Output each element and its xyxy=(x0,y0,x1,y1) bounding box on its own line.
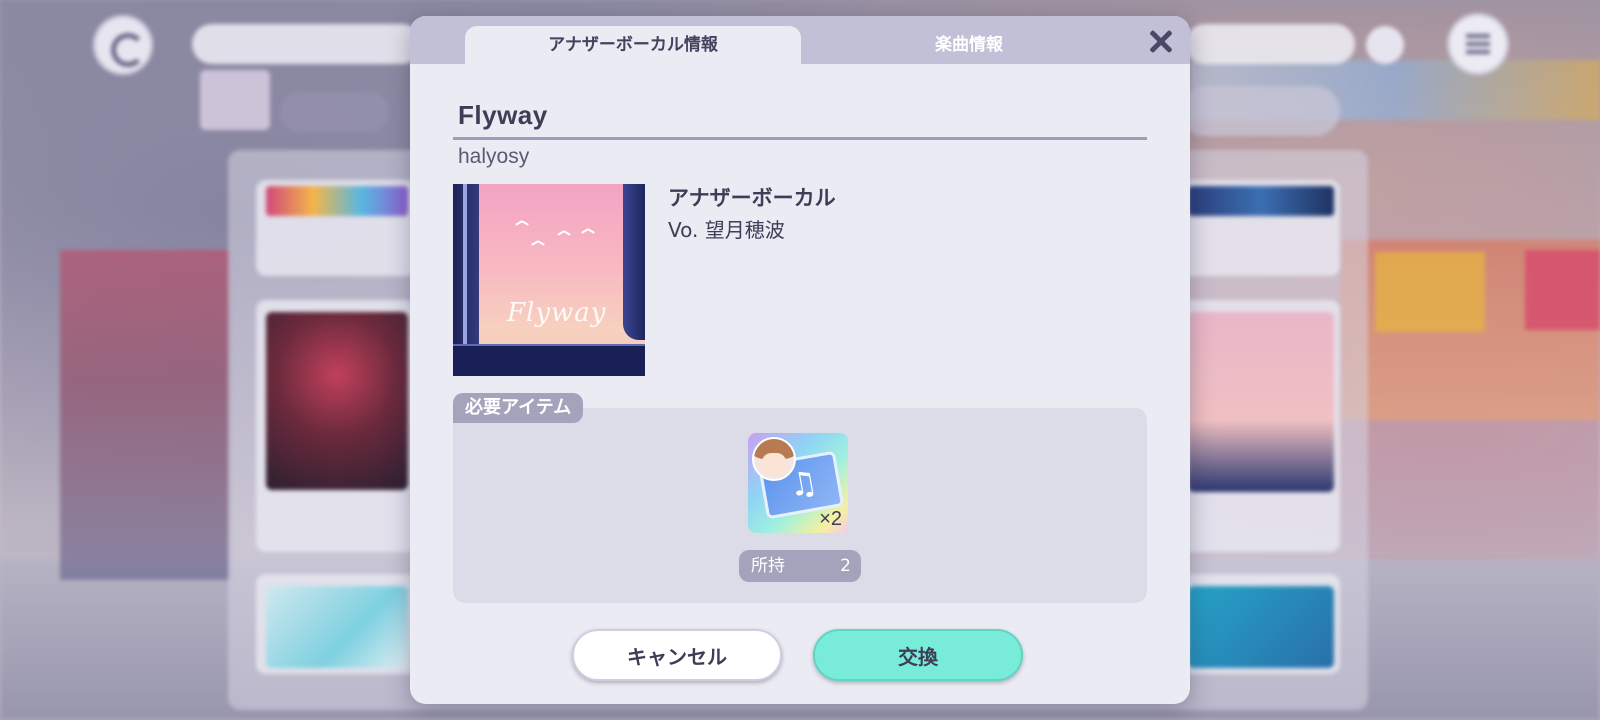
background-stall xyxy=(60,250,230,580)
owned-count-badge: 所持 2 xyxy=(739,550,861,582)
menu-icon xyxy=(1450,16,1506,72)
jacket-curtain-right xyxy=(623,184,645,340)
item-quantity: ×2 xyxy=(819,508,842,530)
bird-icon xyxy=(515,220,529,228)
song-artist: halyosy xyxy=(458,145,530,168)
background-song-art xyxy=(266,312,408,490)
background-song-art xyxy=(266,586,408,668)
song-jacket-image: Flyway xyxy=(453,184,645,376)
bird-icon xyxy=(557,230,571,238)
background-song-art xyxy=(266,186,408,216)
background-song-art xyxy=(1188,586,1334,668)
character-avatar xyxy=(752,437,796,481)
owned-label: 所持 xyxy=(751,556,785,576)
bird-icon xyxy=(531,240,545,248)
another-vocal-ticket-icon: ♫ ×2 xyxy=(748,433,848,533)
vocalist-name: Vo. 望月穂波 xyxy=(668,218,785,242)
cancel-button[interactable]: キャンセル xyxy=(572,629,782,681)
background-song-art xyxy=(1188,312,1334,492)
jacket-title-logo: Flyway xyxy=(507,298,607,328)
jacket-curtain-left xyxy=(453,184,479,344)
exchange-button[interactable]: 交換 xyxy=(813,629,1023,681)
jacket-floor xyxy=(453,344,645,376)
screen: アナザーボーカル情報 楽曲情報 Flyway halyosy Flyway アナ… xyxy=(0,0,1600,720)
required-items-label: 必要アイテム xyxy=(453,393,584,423)
tab-another-vocal-info[interactable]: アナザーボーカル情報 xyxy=(465,26,801,64)
another-vocal-exchange-dialog: アナザーボーカル情報 楽曲情報 Flyway halyosy Flyway アナ… xyxy=(410,16,1190,704)
sort-dropdown xyxy=(1185,24,1355,64)
favorite-icon xyxy=(1366,26,1404,64)
song-title: Flyway xyxy=(458,100,548,130)
title-divider xyxy=(453,137,1147,140)
background-filter-toggle xyxy=(1180,86,1340,136)
close-icon[interactable] xyxy=(1144,24,1178,58)
search-input xyxy=(192,24,422,64)
dialog-tab-bar: アナザーボーカル情報 楽曲情報 xyxy=(410,16,1190,64)
background-thumbnail xyxy=(200,70,270,130)
vocal-type-label: アナザーボーカル xyxy=(668,186,836,210)
back-icon xyxy=(96,18,150,72)
bird-icon xyxy=(581,228,595,236)
background-shop-sign xyxy=(1375,252,1485,332)
background-filter-tab xyxy=(280,92,390,132)
tab-song-info[interactable]: 楽曲情報 xyxy=(801,26,1137,64)
owned-count: 2 xyxy=(840,556,851,576)
background-shop-poster xyxy=(1525,250,1600,330)
background-song-art xyxy=(1188,186,1334,216)
